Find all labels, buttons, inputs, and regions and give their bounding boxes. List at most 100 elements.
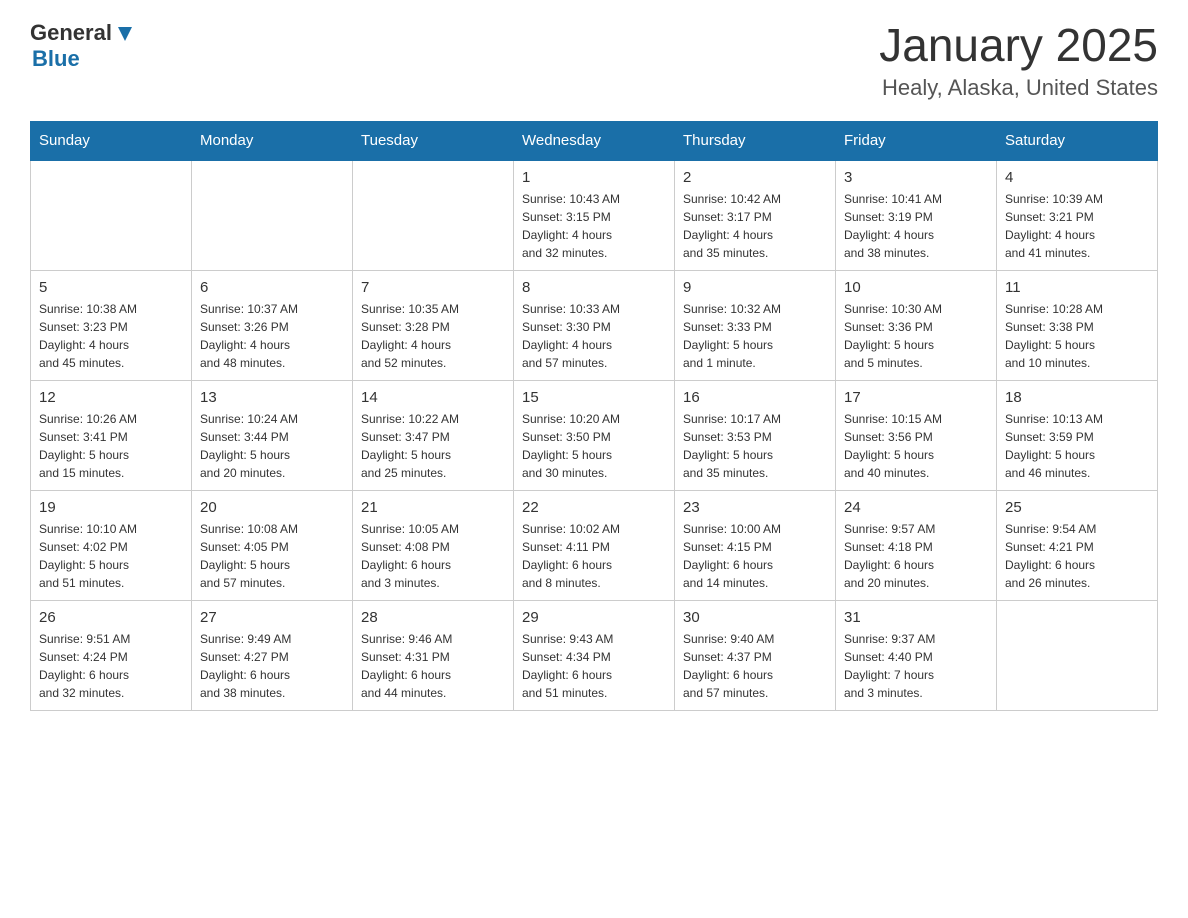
- calendar-cell: 5 Sunrise: 10:38 AM Sunset: 3:23 PM Dayli…: [31, 270, 192, 380]
- calendar-cell: 11 Sunrise: 10:28 AM Sunset: 3:38 PM Dayl…: [997, 270, 1158, 380]
- day-number: 12: [39, 389, 183, 406]
- day-info: Sunrise: 10:37 AM Sunset: 3:26 PM Daylig…: [200, 300, 344, 372]
- calendar-cell: 2 Sunrise: 10:42 AM Sunset: 3:17 PM Dayli…: [675, 160, 836, 271]
- day-info: Sunrise: 9:57 AM Sunset: 4:18 PM Dayligh…: [844, 520, 988, 592]
- day-number: 11: [1005, 279, 1149, 296]
- day-header-friday: Friday: [836, 121, 997, 160]
- calendar-cell: 14 Sunrise: 10:22 AM Sunset: 3:47 PM Dayl…: [353, 380, 514, 490]
- day-info: Sunrise: 10:05 AM Sunset: 4:08 PM Daylig…: [361, 520, 505, 592]
- calendar-cell: 12 Sunrise: 10:26 AM Sunset: 3:41 PM Dayl…: [31, 380, 192, 490]
- day-info: Sunrise: 10:02 AM Sunset: 4:11 PM Daylig…: [522, 520, 666, 592]
- day-number: 15: [522, 389, 666, 406]
- day-number: 22: [522, 499, 666, 516]
- day-info: Sunrise: 9:40 AM Sunset: 4:37 PM Dayligh…: [683, 630, 827, 702]
- day-number: 14: [361, 389, 505, 406]
- day-number: 10: [844, 279, 988, 296]
- calendar-cell: [353, 160, 514, 271]
- logo-general-text: General: [30, 20, 112, 46]
- day-info: Sunrise: 10:41 AM Sunset: 3:19 PM Daylig…: [844, 190, 988, 262]
- day-number: 7: [361, 279, 505, 296]
- day-info: Sunrise: 10:10 AM Sunset: 4:02 PM Daylig…: [39, 520, 183, 592]
- day-number: 26: [39, 609, 183, 626]
- calendar-cell: 17 Sunrise: 10:15 AM Sunset: 3:56 PM Dayl…: [836, 380, 997, 490]
- calendar-cell: 22 Sunrise: 10:02 AM Sunset: 4:11 PM Dayl…: [514, 490, 675, 600]
- calendar-week-5: 26 Sunrise: 9:51 AM Sunset: 4:24 PM Dayli…: [31, 600, 1158, 710]
- calendar-cell: 4 Sunrise: 10:39 AM Sunset: 3:21 PM Dayli…: [997, 160, 1158, 271]
- day-header-wednesday: Wednesday: [514, 121, 675, 160]
- day-number: 23: [683, 499, 827, 516]
- day-info: Sunrise: 10:22 AM Sunset: 3:47 PM Daylig…: [361, 410, 505, 482]
- day-number: 1: [522, 169, 666, 186]
- day-number: 21: [361, 499, 505, 516]
- calendar-cell: 8 Sunrise: 10:33 AM Sunset: 3:30 PM Dayli…: [514, 270, 675, 380]
- day-info: Sunrise: 10:20 AM Sunset: 3:50 PM Daylig…: [522, 410, 666, 482]
- calendar-cell: 30 Sunrise: 9:40 AM Sunset: 4:37 PM Dayli…: [675, 600, 836, 710]
- day-info: Sunrise: 10:38 AM Sunset: 3:23 PM Daylig…: [39, 300, 183, 372]
- calendar-cell: 19 Sunrise: 10:10 AM Sunset: 4:02 PM Dayl…: [31, 490, 192, 600]
- calendar-cell: 7 Sunrise: 10:35 AM Sunset: 3:28 PM Dayli…: [353, 270, 514, 380]
- logo: General Blue: [30, 20, 136, 72]
- day-info: Sunrise: 9:49 AM Sunset: 4:27 PM Dayligh…: [200, 630, 344, 702]
- calendar-cell: [31, 160, 192, 271]
- day-number: 16: [683, 389, 827, 406]
- calendar-week-4: 19 Sunrise: 10:10 AM Sunset: 4:02 PM Dayl…: [31, 490, 1158, 600]
- day-info: Sunrise: 10:13 AM Sunset: 3:59 PM Daylig…: [1005, 410, 1149, 482]
- calendar-cell: 26 Sunrise: 9:51 AM Sunset: 4:24 PM Dayli…: [31, 600, 192, 710]
- day-info: Sunrise: 10:35 AM Sunset: 3:28 PM Daylig…: [361, 300, 505, 372]
- calendar-title: January 2025: [879, 20, 1158, 71]
- day-number: 27: [200, 609, 344, 626]
- day-info: Sunrise: 10:30 AM Sunset: 3:36 PM Daylig…: [844, 300, 988, 372]
- calendar-cell: 3 Sunrise: 10:41 AM Sunset: 3:19 PM Dayli…: [836, 160, 997, 271]
- calendar-cell: 1Sunrise: 10:43 AM Sunset: 3:15 PM Dayli…: [514, 160, 675, 271]
- calendar-cell: 31Sunrise: 9:37 AM Sunset: 4:40 PM Dayli…: [836, 600, 997, 710]
- day-info: Sunrise: 10:08 AM Sunset: 4:05 PM Daylig…: [200, 520, 344, 592]
- logo-triangle-icon: [114, 23, 136, 45]
- day-number: 30: [683, 609, 827, 626]
- day-number: 19: [39, 499, 183, 516]
- title-block: January 2025 Healy, Alaska, United State…: [879, 20, 1158, 101]
- day-info: Sunrise: 9:51 AM Sunset: 4:24 PM Dayligh…: [39, 630, 183, 702]
- day-header-monday: Monday: [192, 121, 353, 160]
- logo-blue-text: Blue: [32, 46, 80, 71]
- calendar-cell: 28Sunrise: 9:46 AM Sunset: 4:31 PM Dayli…: [353, 600, 514, 710]
- day-number: 28: [361, 609, 505, 626]
- day-number: 18: [1005, 389, 1149, 406]
- day-number: 9: [683, 279, 827, 296]
- day-info: Sunrise: 10:39 AM Sunset: 3:21 PM Daylig…: [1005, 190, 1149, 262]
- calendar-cell: 29Sunrise: 9:43 AM Sunset: 4:34 PM Dayli…: [514, 600, 675, 710]
- day-info: Sunrise: 10:42 AM Sunset: 3:17 PM Daylig…: [683, 190, 827, 262]
- day-number: 5: [39, 279, 183, 296]
- day-info: Sunrise: 10:32 AM Sunset: 3:33 PM Daylig…: [683, 300, 827, 372]
- calendar-cell: 13Sunrise: 10:24 AM Sunset: 3:44 PM Dayl…: [192, 380, 353, 490]
- calendar-cell: 24 Sunrise: 9:57 AM Sunset: 4:18 PM Dayli…: [836, 490, 997, 600]
- calendar-cell: 23Sunrise: 10:00 AM Sunset: 4:15 PM Dayl…: [675, 490, 836, 600]
- calendar-cell: [192, 160, 353, 271]
- day-info: Sunrise: 10:33 AM Sunset: 3:30 PM Daylig…: [522, 300, 666, 372]
- day-number: 2: [683, 169, 827, 186]
- day-number: 4: [1005, 169, 1149, 186]
- calendar-cell: 21 Sunrise: 10:05 AM Sunset: 4:08 PM Dayl…: [353, 490, 514, 600]
- day-header-sunday: Sunday: [31, 121, 192, 160]
- day-info: Sunrise: 9:43 AM Sunset: 4:34 PM Dayligh…: [522, 630, 666, 702]
- calendar-week-3: 12 Sunrise: 10:26 AM Sunset: 3:41 PM Dayl…: [31, 380, 1158, 490]
- calendar-week-2: 5 Sunrise: 10:38 AM Sunset: 3:23 PM Dayli…: [31, 270, 1158, 380]
- day-header-tuesday: Tuesday: [353, 121, 514, 160]
- day-number: 3: [844, 169, 988, 186]
- calendar-cell: 6 Sunrise: 10:37 AM Sunset: 3:26 PM Dayli…: [192, 270, 353, 380]
- day-number: 20: [200, 499, 344, 516]
- day-info: Sunrise: 10:28 AM Sunset: 3:38 PM Daylig…: [1005, 300, 1149, 372]
- day-info: Sunrise: 10:15 AM Sunset: 3:56 PM Daylig…: [844, 410, 988, 482]
- day-number: 25: [1005, 499, 1149, 516]
- calendar-header-row: SundayMondayTuesdayWednesdayThursdayFrid…: [31, 121, 1158, 160]
- calendar-subtitle: Healy, Alaska, United States: [879, 75, 1158, 101]
- day-number: 8: [522, 279, 666, 296]
- day-number: 24: [844, 499, 988, 516]
- calendar-week-1: 1Sunrise: 10:43 AM Sunset: 3:15 PM Dayli…: [31, 160, 1158, 271]
- calendar-cell: 15 Sunrise: 10:20 AM Sunset: 3:50 PM Dayl…: [514, 380, 675, 490]
- day-header-thursday: Thursday: [675, 121, 836, 160]
- calendar-table: SundayMondayTuesdayWednesdayThursdayFrid…: [30, 121, 1158, 711]
- day-number: 17: [844, 389, 988, 406]
- day-info: Sunrise: 10:26 AM Sunset: 3:41 PM Daylig…: [39, 410, 183, 482]
- day-info: Sunrise: 9:54 AM Sunset: 4:21 PM Dayligh…: [1005, 520, 1149, 592]
- day-number: 6: [200, 279, 344, 296]
